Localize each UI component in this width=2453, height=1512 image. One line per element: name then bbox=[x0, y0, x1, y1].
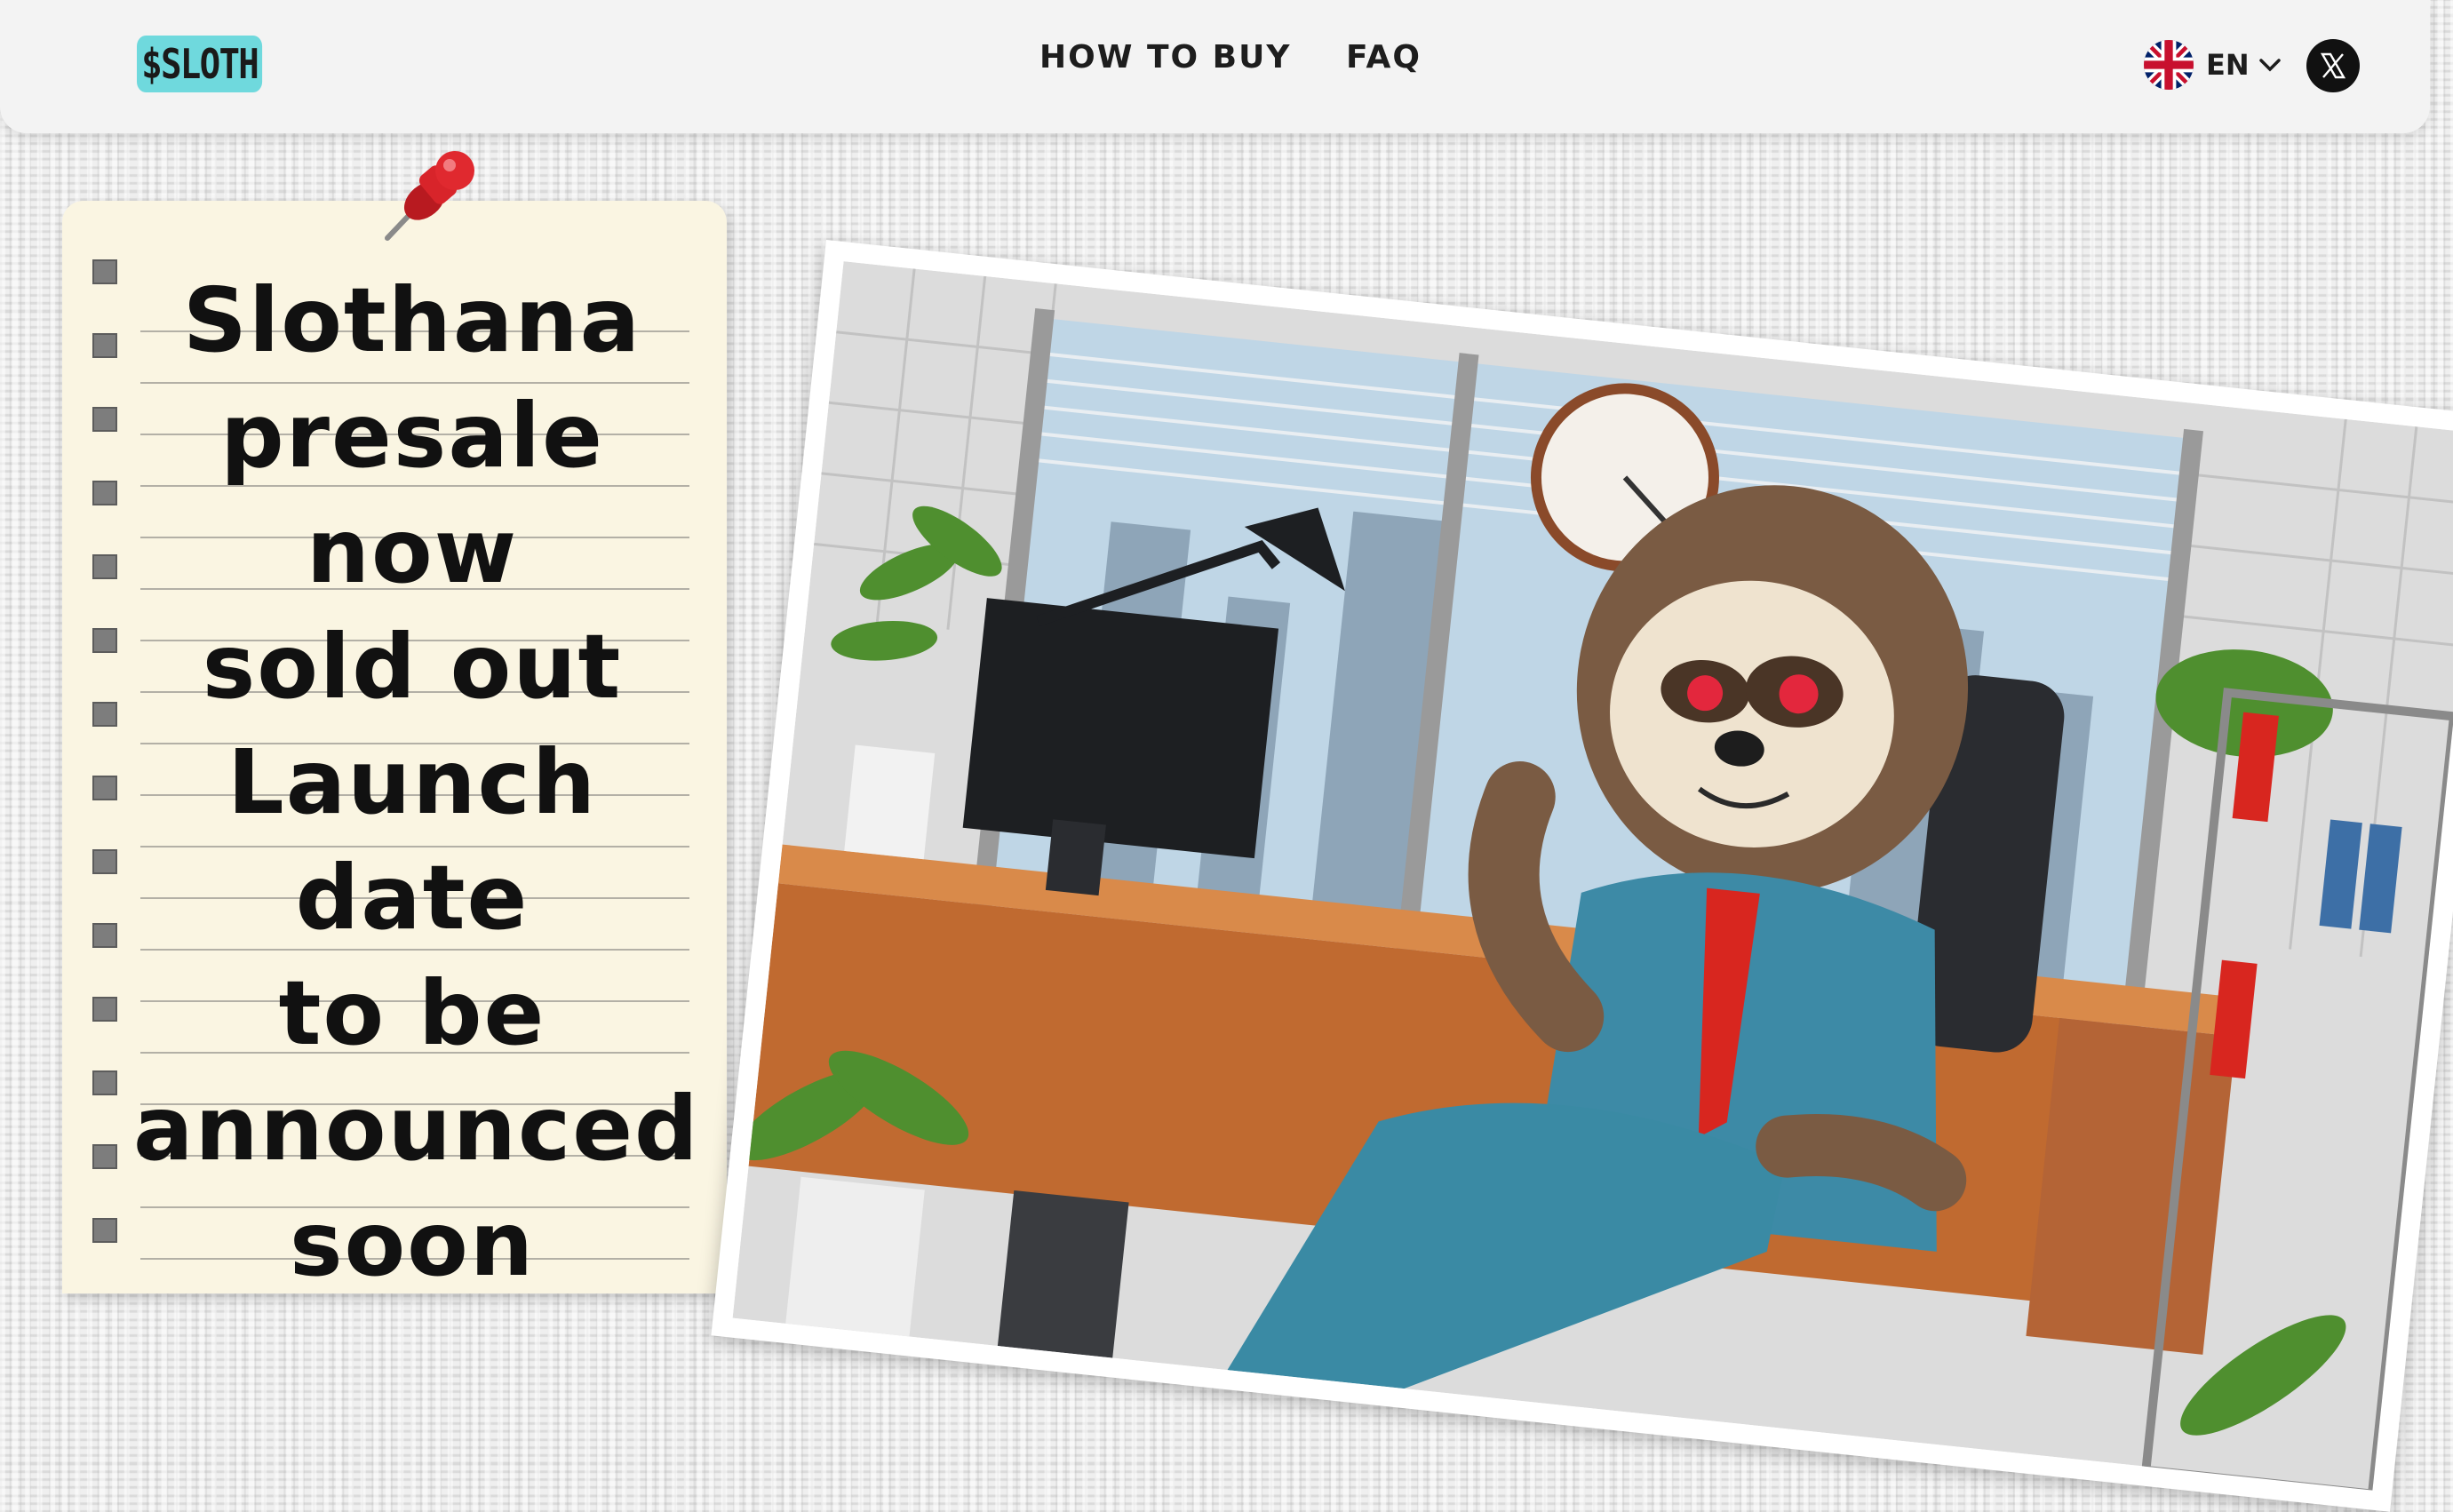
logo[interactable]: $SLOTH bbox=[137, 36, 263, 92]
language-selector[interactable]: EN bbox=[2144, 39, 2282, 91]
site-header: $SLOTH HOW TO BUY FAQ EN bbox=[0, 0, 2430, 133]
note-line: sold out bbox=[202, 615, 623, 719]
note-line: presale now bbox=[220, 384, 604, 603]
announcement-text: Slothana presale now sold out Launch dat… bbox=[133, 263, 700, 1302]
announcement-note: Slothana presale now sold out Launch dat… bbox=[62, 201, 727, 1296]
nav-faq[interactable]: FAQ bbox=[1346, 39, 1422, 76]
note-line: Slothana bbox=[182, 268, 642, 372]
note-line: to be bbox=[278, 961, 546, 1065]
x-twitter-icon bbox=[2320, 52, 2346, 79]
sloth-office-scene bbox=[732, 261, 2453, 1491]
note-line: Launch date bbox=[227, 730, 598, 950]
note-line: announced bbox=[133, 1077, 700, 1181]
language-label: EN bbox=[2206, 48, 2250, 82]
uk-flag-icon bbox=[2144, 40, 2194, 90]
push-pin-icon bbox=[385, 151, 474, 241]
chevron-down-icon bbox=[2258, 59, 2281, 72]
nav-how-to-buy[interactable]: HOW TO BUY bbox=[1039, 39, 1291, 76]
sloth-office-illustration bbox=[711, 240, 2453, 1512]
binder-holes bbox=[92, 259, 119, 1292]
note-line: soon bbox=[289, 1192, 536, 1296]
x-social-button[interactable] bbox=[2306, 39, 2360, 92]
